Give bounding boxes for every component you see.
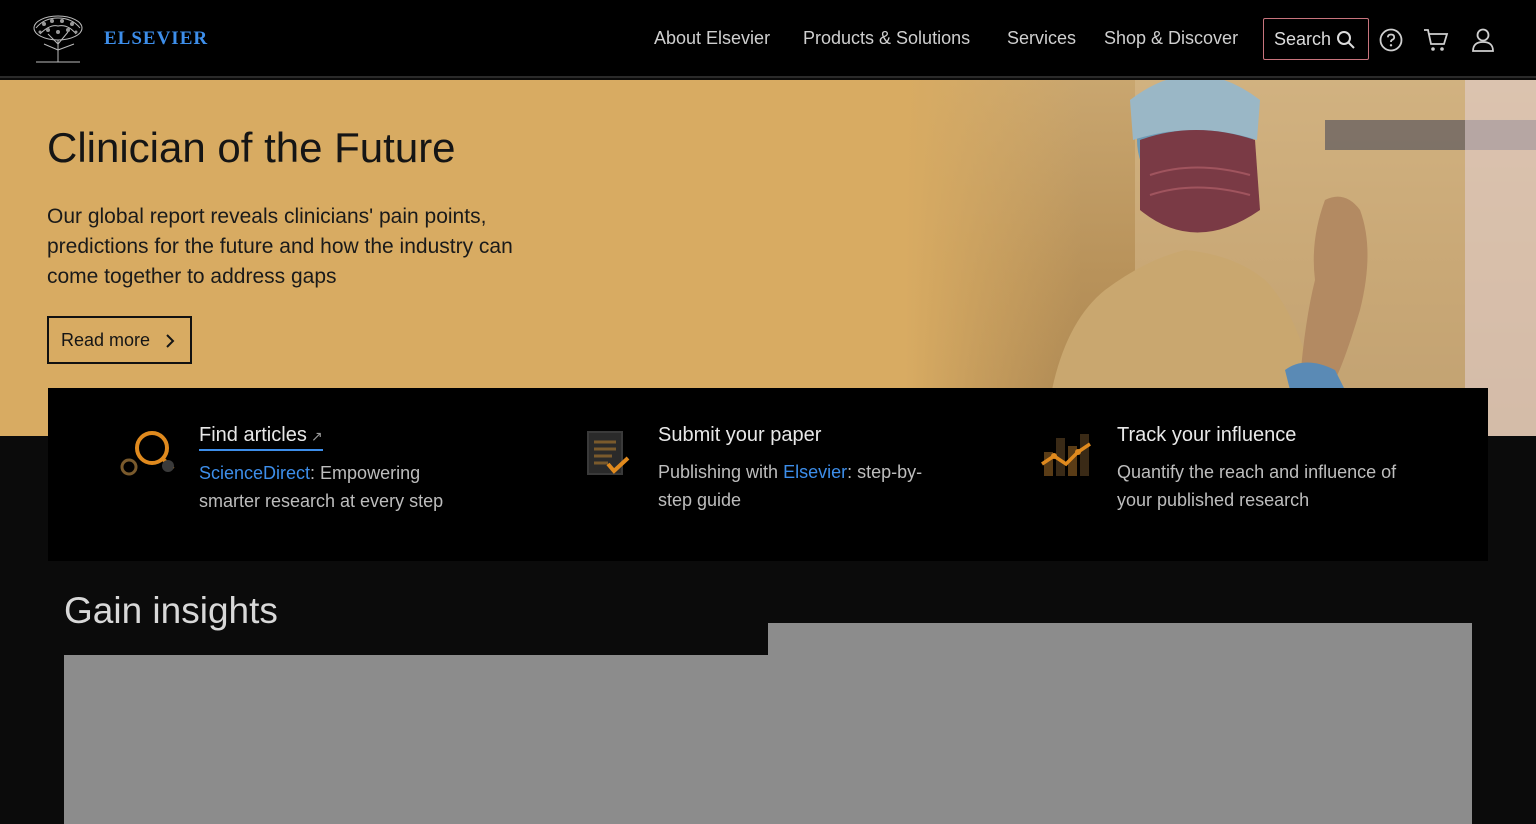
help-icon[interactable] xyxy=(1379,27,1403,53)
search-icon xyxy=(1337,31,1355,49)
find-articles-title: Find articles xyxy=(199,424,307,446)
submit-paper-description: Publishing with Elsevier: step-by-step g… xyxy=(658,458,948,514)
hero-clinician-image xyxy=(905,80,1536,436)
submit-paper-desc-prefix: Publishing with xyxy=(658,462,784,482)
hero-description: Our global report reveals clinicians' pa… xyxy=(47,205,513,288)
submit-paper-title[interactable]: Submit your paper xyxy=(658,424,821,447)
find-articles-link[interactable]: Find articles ↗ xyxy=(199,424,323,451)
page: ELSEVIER About Elsevier Products & Solut… xyxy=(0,0,1536,824)
track-influence-title[interactable]: Track your influence xyxy=(1117,424,1296,447)
nav-products-solutions[interactable]: Products & Solutions xyxy=(803,28,970,49)
elsevier-link[interactable]: Elsevier xyxy=(783,462,847,482)
hero-banner: Clinician of the Future Our global repor… xyxy=(0,80,1536,436)
nav-about-elsevier[interactable]: About Elsevier xyxy=(654,28,770,49)
magnifier-icon xyxy=(120,431,175,476)
search-button-label: Search xyxy=(1274,28,1332,49)
read-more-button[interactable]: Read more xyxy=(47,316,192,364)
clinician-illustration xyxy=(1045,80,1536,436)
document-check-icon xyxy=(587,431,630,475)
find-articles-description: ScienceDirect: Empowering smarter resear… xyxy=(199,459,469,515)
user-icon[interactable] xyxy=(1471,27,1495,53)
elsevier-tree-logo-icon[interactable] xyxy=(30,14,86,64)
sciencedirect-link[interactable]: ScienceDirect xyxy=(199,463,310,483)
cart-icon[interactable] xyxy=(1423,27,1449,53)
nav-shop-discover[interactable]: Shop & Discover xyxy=(1104,28,1238,49)
external-link-icon: ↗ xyxy=(310,428,323,444)
search-button[interactable]: Search xyxy=(1263,18,1369,60)
brand-wordmark[interactable]: ELSEVIER xyxy=(104,28,208,50)
quick-actions-band: Find articles ↗ ScienceDirect: Empowering… xyxy=(48,388,1488,561)
chevron-right-icon xyxy=(166,334,175,348)
read-more-label: Read more xyxy=(61,329,151,350)
top-navigation-bar: ELSEVIER About Elsevier Products & Solut… xyxy=(0,0,1536,78)
chart-trend-icon xyxy=(1041,434,1091,476)
nav-services[interactable]: Services xyxy=(1007,28,1076,49)
insight-card-left[interactable] xyxy=(64,655,768,824)
track-influence-description: Quantify the reach and influence of your… xyxy=(1117,462,1397,510)
hero-title: Clinician of the Future xyxy=(47,124,456,171)
insight-card-right[interactable] xyxy=(768,623,1472,824)
gain-insights-heading: Gain insights xyxy=(64,590,278,631)
